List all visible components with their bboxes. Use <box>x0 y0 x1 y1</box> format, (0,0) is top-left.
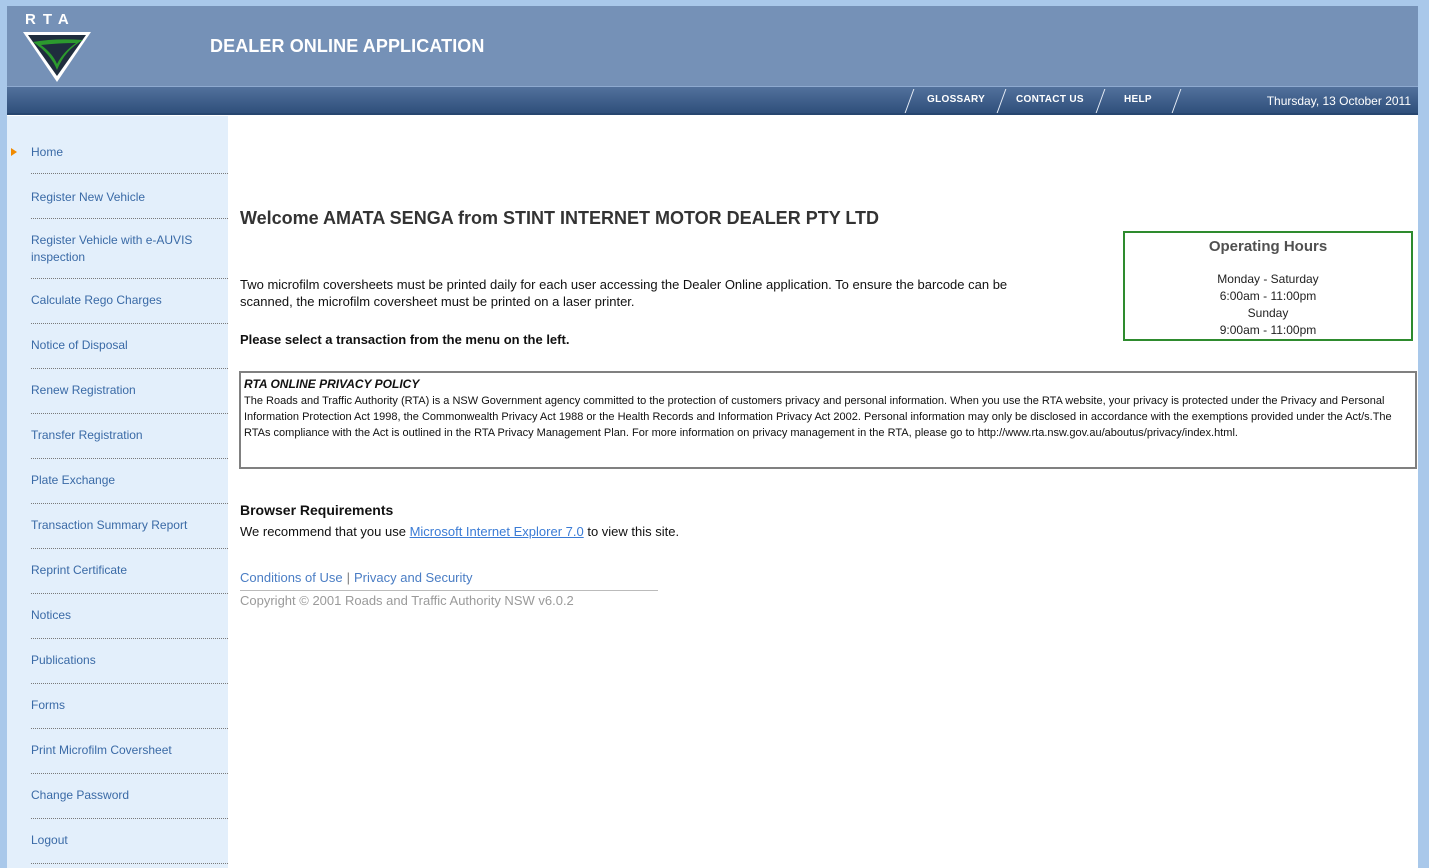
sidebar-item-label: Notices <box>31 608 72 622</box>
browser-requirements-text: We recommend that you use Microsoft Inte… <box>240 524 679 539</box>
hours-sunday-label: Sunday <box>1247 306 1289 320</box>
sidebar-item-home[interactable]: Home <box>7 144 228 161</box>
sidebar-item-renew-registration[interactable]: Renew Registration <box>7 382 228 399</box>
sidebar-item-change-password[interactable]: Change Password <box>7 787 228 804</box>
nav-help-link[interactable]: HELP <box>1124 94 1152 105</box>
menu-separator <box>31 278 228 279</box>
menu-separator <box>31 638 228 639</box>
ie7-link[interactable]: Microsoft Internet Explorer 7.0 <box>410 524 584 539</box>
sidebar-item-logout[interactable]: Logout <box>7 832 228 849</box>
sidebar-item-label: Print Microfilm Coversheet <box>31 743 172 757</box>
sidebar-item-label: Reprint Certificate <box>31 563 128 577</box>
hours-sunday-time: 9:00am - 11:00pm <box>1219 323 1317 337</box>
app-header: RTA DEALER ONLINE APPLICATION <box>7 6 1418 86</box>
menu-separator <box>31 773 228 774</box>
sidebar-item-label: Transfer Registration <box>31 428 143 442</box>
sidebar-item-transaction-summary[interactable]: Transaction Summary Report <box>7 517 228 534</box>
coversheet-notice: Two microfilm coversheets must be printe… <box>240 277 1008 309</box>
sidebar-item-label: Calculate Rego Charges <box>31 293 162 307</box>
app-title: DEALER ONLINE APPLICATION <box>210 36 485 56</box>
operating-hours-box: Operating Hours Monday - Saturday 6:00am… <box>1123 231 1413 341</box>
menu-separator <box>31 683 228 684</box>
browser-text-suffix: to view this site. <box>583 524 680 539</box>
date-display: Thursday, 13 October 2011 <box>1175 87 1418 113</box>
menu-separator <box>31 413 228 414</box>
menu-separator <box>31 593 228 594</box>
sidebar-item-register-new-vehicle[interactable]: Register New Vehicle <box>7 189 228 206</box>
browser-requirements-title: Browser Requirements <box>240 502 394 518</box>
conditions-of-use-link[interactable]: Conditions of Use <box>240 570 343 585</box>
privacy-policy-body: The Roads and Traffic Authority (RTA) is… <box>244 395 1392 439</box>
sidebar-menu: Home Register New Vehicle Register Vehic… <box>7 116 228 868</box>
hours-weekday-time: 6:00am - 11:00pm <box>1219 289 1317 303</box>
sidebar-item-label: Change Password <box>31 788 130 802</box>
privacy-policy-box: RTA ONLINE PRIVACY POLICY The Roads and … <box>239 371 1417 469</box>
menu-separator <box>31 368 228 369</box>
sidebar-item-label: Logout <box>31 833 68 847</box>
sidebar-item-publications[interactable]: Publications <box>7 652 228 669</box>
sidebar-item-forms[interactable]: Forms <box>7 697 228 714</box>
sidebar-item-label: Forms <box>31 698 65 712</box>
menu-separator <box>31 863 228 864</box>
hours-weekday-label: Monday - Saturday <box>1217 272 1319 286</box>
sidebar-item-reprint-certificate[interactable]: Reprint Certificate <box>7 562 228 579</box>
nav-contact-link[interactable]: CONTACT US <box>1016 94 1084 105</box>
sidebar-item-plate-exchange[interactable]: Plate Exchange <box>7 472 228 489</box>
copyright-text: Copyright © 2001 Roads and Traffic Autho… <box>240 593 574 608</box>
nav-divider <box>996 89 1007 113</box>
sidebar-item-label: Home <box>31 145 64 159</box>
sidebar-item-label: Register New Vehicle <box>31 190 146 204</box>
sidebar-item-notices[interactable]: Notices <box>7 607 228 624</box>
rta-logo: RTA <box>23 11 91 82</box>
nav-glossary-link[interactable]: GLOSSARY <box>927 94 985 105</box>
menu-separator <box>31 458 228 459</box>
privacy-security-link[interactable]: Privacy and Security <box>354 570 473 585</box>
menu-separator <box>31 548 228 549</box>
menu-separator <box>31 323 228 324</box>
menu-separator <box>31 503 228 504</box>
menu-separator <box>31 728 228 729</box>
window-frame-right <box>1418 0 1429 868</box>
sidebar-item-print-coversheet[interactable]: Print Microfilm Coversheet <box>7 742 228 759</box>
menu-separator <box>31 173 228 174</box>
sidebar-item-label: Publications <box>31 653 96 667</box>
sidebar-item-label: Register Vehicle with e-AUVIS inspection <box>31 233 193 264</box>
sidebar-item-label: Notice of Disposal <box>31 338 128 352</box>
sidebar-item-transfer-registration[interactable]: Transfer Registration <box>7 427 228 444</box>
sidebar-item-register-eauvis[interactable]: Register Vehicle with e-AUVIS inspection <box>7 232 228 266</box>
window-frame-left <box>0 0 7 868</box>
browser-text-prefix: We recommend that you use <box>240 524 410 539</box>
sidebar-item-label: Renew Registration <box>31 383 136 397</box>
footer-links: Conditions of Use | Privacy and Security <box>240 570 473 585</box>
footer-divider <box>240 590 658 591</box>
footer-separator: | <box>346 570 351 585</box>
sidebar-item-calculate-rego[interactable]: Calculate Rego Charges <box>7 292 228 309</box>
current-date: Thursday, 13 October 2011 <box>1266 94 1411 108</box>
operating-hours-title: Operating Hours <box>1208 238 1328 255</box>
nav-divider <box>1095 89 1106 113</box>
privacy-policy-title: RTA ONLINE PRIVACY POLICY <box>244 377 420 391</box>
nav-divider <box>904 89 915 113</box>
top-nav-bar: GLOSSARY CONTACT US HELP Thursday, 13 Oc… <box>7 86 1418 115</box>
menu-separator <box>31 218 228 219</box>
sidebar-item-label: Transaction Summary Report <box>31 518 188 532</box>
menu-separator <box>31 818 228 819</box>
select-transaction-message: Please select a transaction from the men… <box>240 332 570 347</box>
rta-logo-text: RTA <box>25 11 76 28</box>
sidebar-item-notice-of-disposal[interactable]: Notice of Disposal <box>7 337 228 354</box>
welcome-heading: Welcome AMATA SENGA from STINT INTERNET … <box>240 208 880 228</box>
sidebar-item-label: Plate Exchange <box>31 473 116 487</box>
